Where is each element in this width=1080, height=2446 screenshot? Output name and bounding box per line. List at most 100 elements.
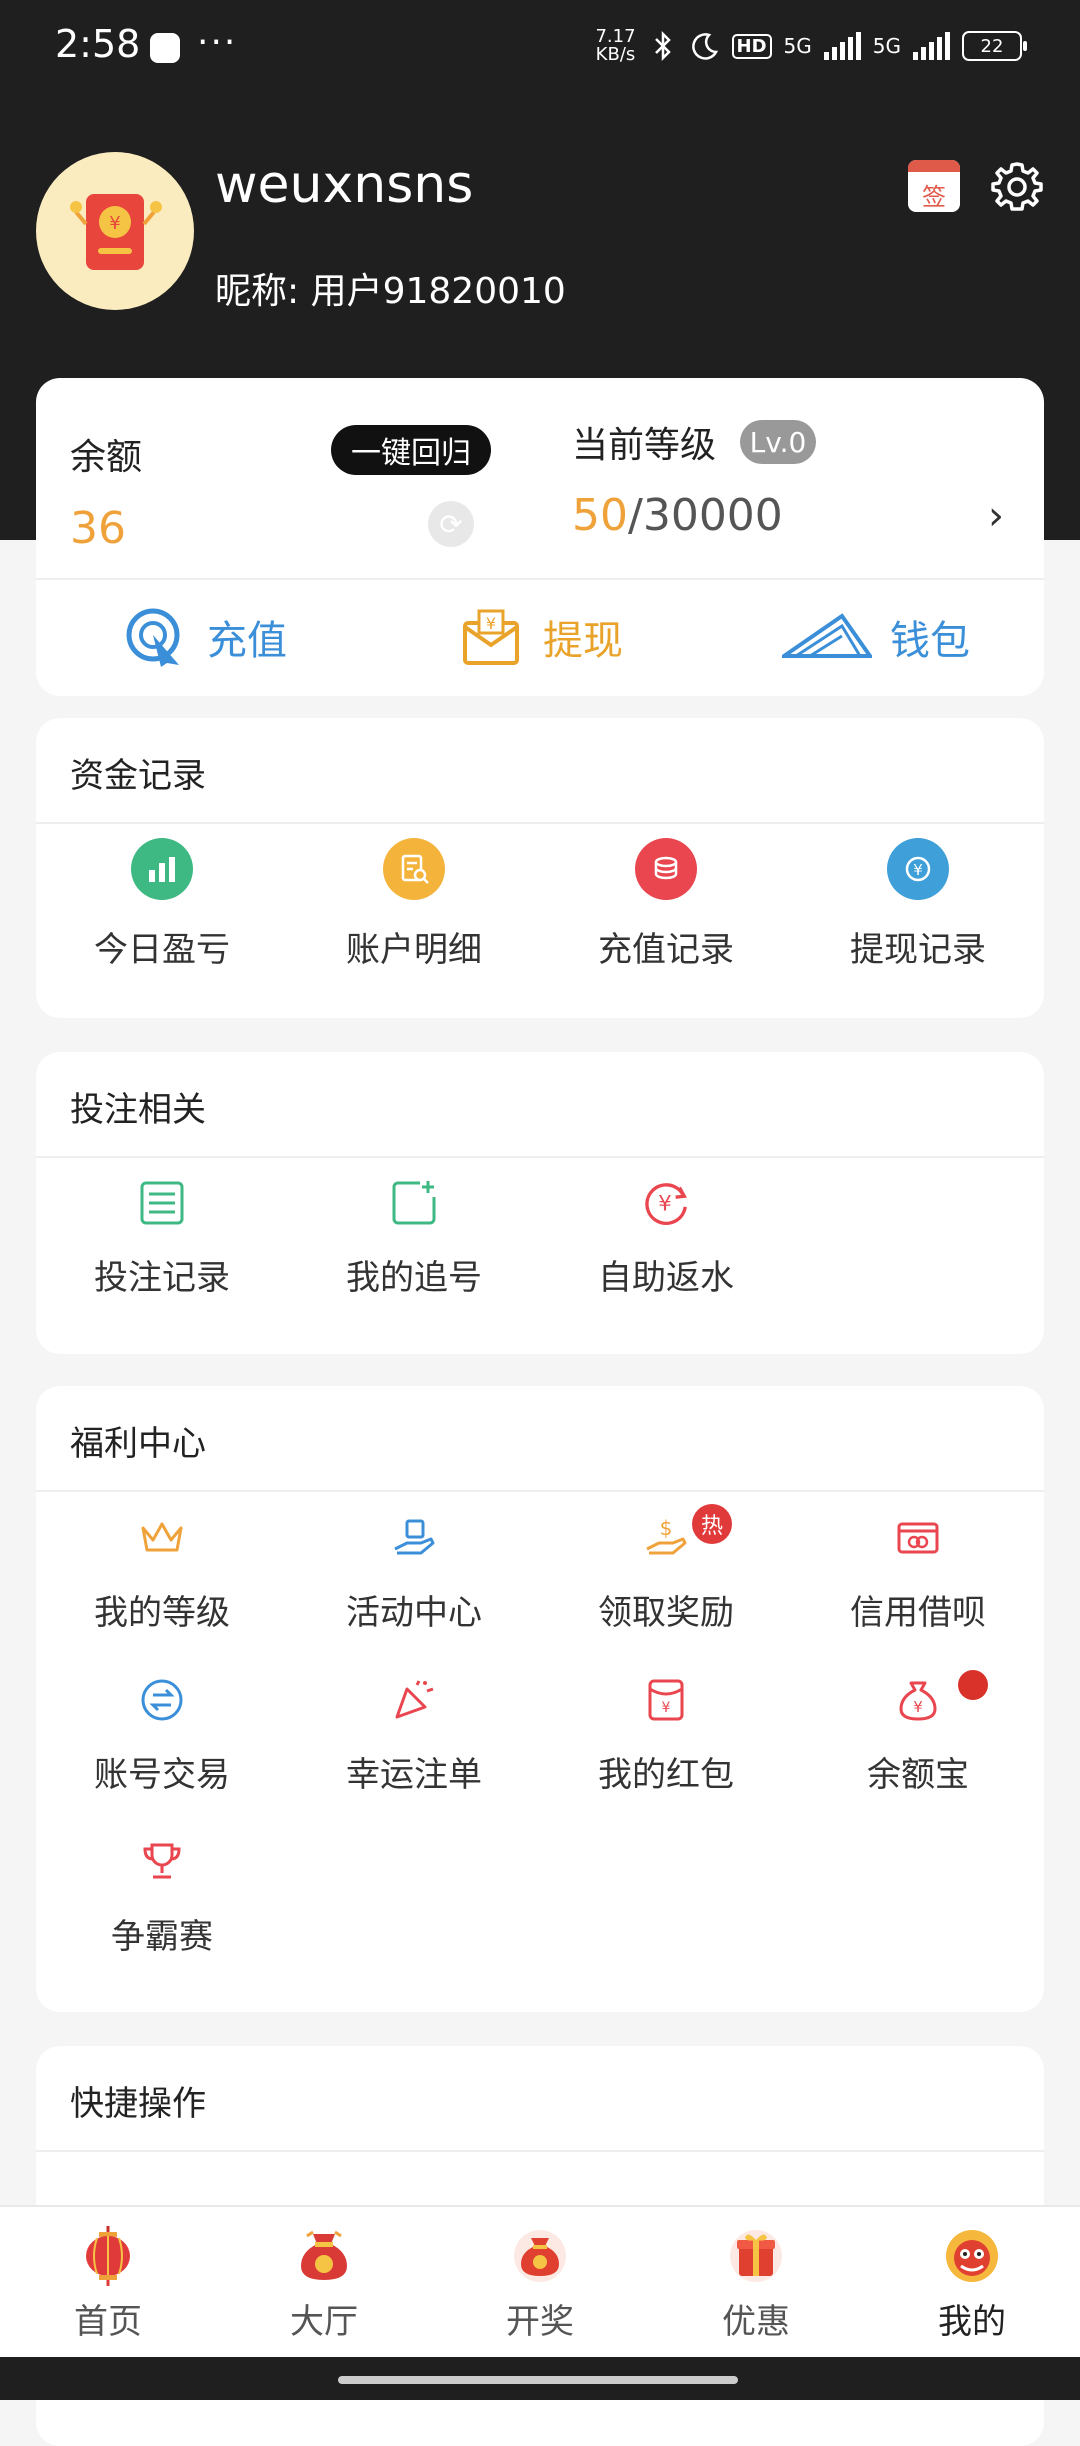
nav-label: 开奖 bbox=[506, 2301, 574, 2342]
activity-center-item[interactable]: 活动中心 bbox=[288, 1492, 540, 1654]
document-search-icon bbox=[383, 837, 445, 900]
lucky-bag-icon bbox=[293, 2224, 355, 2286]
claim-reward-item[interactable]: $ 热 领取奖励 bbox=[540, 1492, 792, 1654]
network-type-2: 5G bbox=[872, 34, 901, 58]
exchange-icon bbox=[137, 1675, 187, 1725]
nav-mine[interactable]: 我的 bbox=[864, 2207, 1080, 2359]
item-label: 我的红包 bbox=[598, 1754, 734, 1795]
hd-voice-icon: HD bbox=[731, 33, 772, 59]
account-trade-item[interactable]: 账号交易 bbox=[36, 1654, 288, 1816]
yen-cycle-icon: ¥ bbox=[887, 837, 949, 900]
lucky-bet-item[interactable]: 幸运注单 bbox=[288, 1654, 540, 1816]
recharge-button[interactable]: 充值 bbox=[36, 582, 372, 692]
network-type-1: 5G bbox=[783, 34, 812, 58]
trophy-icon bbox=[137, 1837, 187, 1887]
avatar[interactable]: ¥ bbox=[36, 152, 194, 310]
recharge-label: 充值 bbox=[207, 618, 287, 664]
add-note-icon bbox=[389, 1178, 439, 1228]
gift-box-icon bbox=[725, 2224, 787, 2286]
nav-label: 优惠 bbox=[722, 2301, 790, 2342]
item-label: 今日盈亏 bbox=[94, 929, 230, 970]
level-progress: 50/30000 bbox=[572, 490, 783, 541]
today-profit-item[interactable]: 今日盈亏 bbox=[36, 824, 288, 984]
money-pouch-icon bbox=[509, 2224, 571, 2286]
wallet-icon bbox=[782, 603, 872, 671]
nav-promotions[interactable]: 优惠 bbox=[648, 2207, 864, 2359]
signal-icon-1 bbox=[823, 32, 861, 60]
balance-card: 余额 36 一键回归 ⟳ 当前等级 Lv.0 50/30000 › 充值 ¥ 提… bbox=[36, 378, 1044, 696]
nav-label: 首页 bbox=[74, 2301, 142, 2342]
qq-notification-icon bbox=[150, 33, 180, 63]
refresh-icon[interactable]: ⟳ bbox=[428, 501, 474, 547]
bottom-navigation: 首页 大厅 开奖 优惠 我的 bbox=[0, 2205, 1080, 2359]
my-chase-item[interactable]: 我的追号 bbox=[288, 1158, 540, 1318]
nav-label: 我的 bbox=[938, 2301, 1006, 2342]
withdraw-label: 提现 bbox=[543, 618, 623, 664]
my-level-item[interactable]: 我的等级 bbox=[36, 1492, 288, 1654]
wallet-button[interactable]: 钱包 bbox=[708, 582, 1044, 692]
bluetooth-icon bbox=[648, 30, 678, 62]
money-bag-icon: ¥ bbox=[893, 1675, 943, 1725]
settings-gear-icon[interactable] bbox=[988, 158, 1046, 216]
action-row: 充值 ¥ 提现 钱包 bbox=[36, 582, 1044, 692]
svg-text:¥: ¥ bbox=[109, 213, 120, 234]
nav-lobby[interactable]: 大厅 bbox=[216, 2207, 432, 2359]
item-label: 提现记录 bbox=[850, 929, 986, 970]
withdraw-button[interactable]: ¥ 提现 bbox=[372, 582, 708, 692]
nav-home[interactable]: 首页 bbox=[0, 2207, 216, 2359]
withdraw-record-item[interactable]: ¥ 提现记录 bbox=[792, 824, 1044, 984]
one-click-return-button[interactable]: 一键回归 bbox=[331, 425, 491, 475]
moon-icon bbox=[690, 30, 720, 62]
nav-lottery[interactable]: 开奖 bbox=[432, 2207, 648, 2359]
list-icon bbox=[137, 1178, 187, 1228]
signal-icon-2 bbox=[913, 32, 950, 60]
more-notifications-icon: ··· bbox=[197, 22, 238, 63]
item-label: 活动中心 bbox=[346, 1592, 482, 1633]
sign-in-button[interactable]: 签 bbox=[908, 160, 960, 212]
my-red-envelope-item[interactable]: ¥ 我的红包 bbox=[540, 1654, 792, 1816]
item-label: 幸运注单 bbox=[346, 1754, 482, 1795]
item-label: 充值记录 bbox=[598, 929, 734, 970]
item-label: 账户明细 bbox=[346, 929, 482, 970]
svg-text:¥: ¥ bbox=[913, 1698, 923, 1716]
bet-record-item[interactable]: 投注记录 bbox=[36, 1158, 288, 1318]
account-detail-item[interactable]: 账户明细 bbox=[288, 824, 540, 984]
section-title: 快捷操作 bbox=[70, 2084, 206, 2124]
wallet-label: 钱包 bbox=[890, 618, 970, 664]
fund-records-grid: 今日盈亏 账户明细 充值记录 ¥ 提现记录 bbox=[36, 824, 1044, 984]
balance-treasure-item[interactable]: ¥ 余额宝 bbox=[792, 1654, 1044, 1816]
item-label: 争霸赛 bbox=[111, 1916, 213, 1957]
item-label: 我的追号 bbox=[346, 1257, 482, 1298]
level-label: 当前等级 bbox=[572, 425, 717, 466]
bet-related-card: 投注相关 投注记录 我的追号 ¥ 自助返水 bbox=[36, 1052, 1044, 1354]
withdraw-icon: ¥ bbox=[457, 603, 525, 671]
section-title: 福利中心 bbox=[70, 1424, 206, 1464]
recharge-icon bbox=[121, 603, 189, 671]
username: weuxnsns bbox=[215, 155, 474, 215]
chevron-right-icon[interactable]: › bbox=[988, 493, 1004, 539]
home-indicator[interactable] bbox=[338, 2376, 738, 2384]
svg-text:¥: ¥ bbox=[662, 1700, 671, 1716]
nickname: 昵称: 用户91820010 bbox=[215, 271, 566, 312]
network-speed: 7.17 KB/s bbox=[595, 26, 636, 65]
item-label: 我的等级 bbox=[94, 1592, 230, 1633]
self-rebate-item[interactable]: ¥ 自助返水 bbox=[540, 1158, 792, 1318]
crown-icon bbox=[137, 1513, 187, 1563]
tournament-item[interactable]: 争霸赛 bbox=[36, 1816, 288, 1978]
yen-refresh-icon: ¥ bbox=[641, 1178, 691, 1228]
credit-loan-item[interactable]: 信用借呗 bbox=[792, 1492, 1044, 1654]
svg-text:¥: ¥ bbox=[486, 614, 496, 633]
status-time: 2:58 bbox=[55, 22, 141, 66]
item-label: 余额宝 bbox=[867, 1754, 969, 1795]
section-title: 投注相关 bbox=[70, 1090, 206, 1130]
recharge-record-item[interactable]: 充值记录 bbox=[540, 824, 792, 984]
welfare-grid: 我的等级 活动中心 $ 热 领取奖励 信用借呗 账号交易 幸运注单 ¥ 我的红包… bbox=[36, 1492, 1044, 1978]
status-indicators: 7.17 KB/s HD 5G 5G 22 bbox=[595, 26, 1027, 65]
hot-badge: 热 bbox=[692, 1504, 732, 1544]
status-bar: 2:58 ··· 7.17 KB/s HD 5G 5G 22 bbox=[0, 0, 1080, 100]
section-title: 资金记录 bbox=[70, 756, 206, 796]
fund-records-card: 资金记录 今日盈亏 账户明细 充值记录 ¥ 提现记录 bbox=[36, 718, 1044, 1018]
welfare-center-card: 福利中心 我的等级 活动中心 $ 热 领取奖励 信用借呗 账号交易 幸运注单 ¥… bbox=[36, 1386, 1044, 2012]
svg-text:$: $ bbox=[660, 1516, 673, 1540]
red-envelope-icon: ¥ bbox=[641, 1675, 691, 1725]
